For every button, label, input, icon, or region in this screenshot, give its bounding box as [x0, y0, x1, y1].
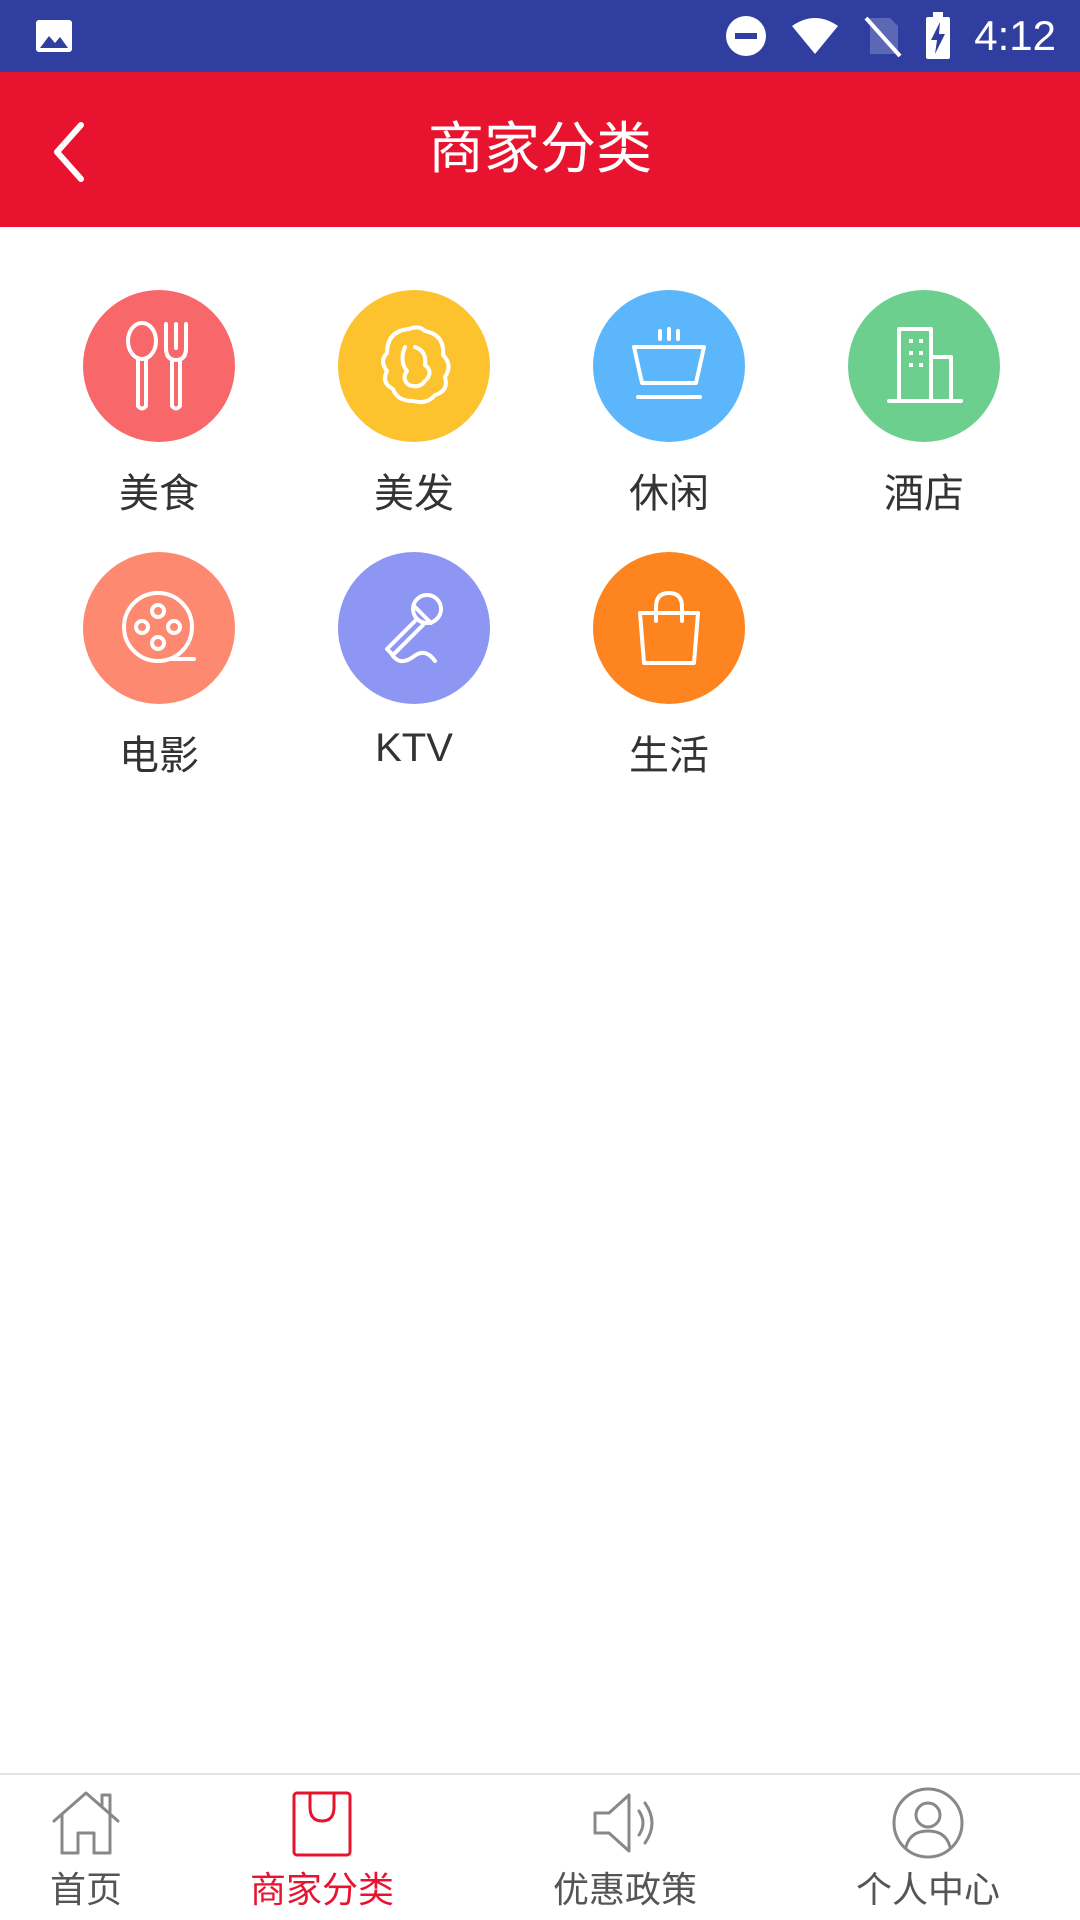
nav-item-categories[interactable]: 商家分类 — [232, 1775, 412, 1920]
chevron-left-icon — [54, 122, 84, 182]
category-label: 美发 — [374, 471, 454, 517]
user-icon — [892, 1787, 964, 1859]
category-icon-bg — [593, 290, 745, 442]
category-label: 休闲 — [629, 471, 709, 517]
page-title: 商家分类 — [428, 117, 652, 182]
status-time: 4:12 — [974, 12, 1056, 59]
category-ktv[interactable]: KTV — [314, 552, 514, 792]
category-icon-bg — [338, 290, 490, 442]
category-label: KTV — [375, 726, 453, 770]
bag-icon — [292, 1791, 352, 1857]
hair-icon — [381, 325, 451, 405]
category-hair[interactable]: 美发 — [314, 290, 514, 530]
bottom-nav: 首页 商家分类 优惠政策 个人中心 — [0, 1773, 1080, 1920]
category-label: 电影 — [119, 733, 199, 779]
category-icon-bg — [83, 290, 235, 442]
category-icon-bg — [83, 552, 235, 704]
category-movie[interactable]: 电影 — [59, 552, 259, 792]
category-label: 美食 — [119, 471, 199, 517]
nav-item-promotions[interactable]: 优惠政策 — [535, 1775, 715, 1920]
category-icon-bg — [593, 552, 745, 704]
category-icon-bg — [338, 552, 490, 704]
category-leisure[interactable]: 休闲 — [569, 290, 769, 530]
nav-label: 首页 — [49, 1870, 122, 1911]
status-bar: 4:12 — [0, 0, 1080, 72]
image-icon — [36, 20, 72, 52]
nav-item-profile[interactable]: 个人中心 — [838, 1775, 1018, 1920]
app-header: 商家分类 — [0, 72, 1080, 227]
nav-label: 个人中心 — [855, 1870, 1000, 1911]
category-icon-bg — [848, 290, 1000, 442]
category-hotel[interactable]: 酒店 — [824, 290, 1024, 530]
microphone-icon — [385, 593, 443, 664]
utensils-icon — [126, 321, 188, 411]
status-icons: 4:12 — [724, 0, 1056, 72]
nav-label: 优惠政策 — [552, 1870, 697, 1911]
film-reel-icon — [122, 591, 196, 663]
building-icon — [887, 327, 963, 403]
speaker-icon — [593, 1793, 654, 1853]
wifi-icon — [792, 18, 839, 54]
category-food[interactable]: 美食 — [59, 290, 259, 530]
no-sim-icon — [864, 16, 902, 58]
nav-label: 商家分类 — [249, 1870, 394, 1911]
nav-item-home[interactable]: 首页 — [0, 1775, 172, 1920]
bowl-icon — [632, 327, 706, 399]
battery-charging-icon — [926, 12, 951, 59]
category-label: 酒店 — [884, 471, 964, 517]
dnd-icon — [726, 16, 767, 56]
back-button[interactable] — [30, 112, 110, 192]
home-icon — [52, 1791, 120, 1855]
category-life[interactable]: 生活 — [569, 552, 769, 792]
category-label: 生活 — [629, 733, 709, 779]
shopping-bag-icon — [638, 591, 700, 665]
